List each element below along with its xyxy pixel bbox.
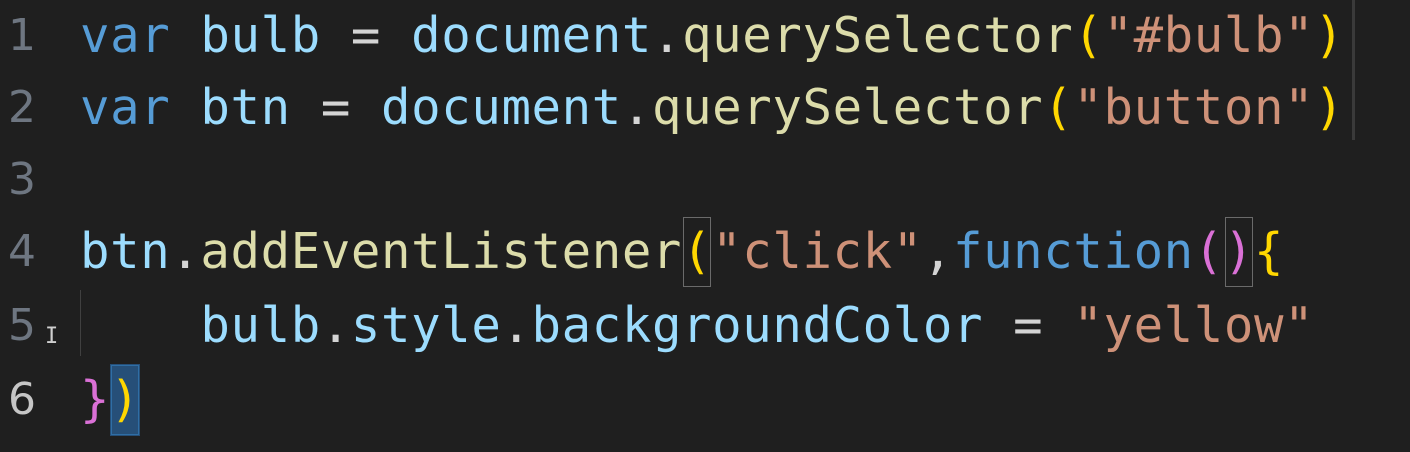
code-token: "#bulb" — [1103, 7, 1315, 64]
code-token: ( — [1073, 7, 1104, 64]
code-editor[interactable]: 1 var bulb = document.querySelector("#bul… — [0, 0, 1410, 452]
code-token: . — [651, 7, 683, 64]
code-token: document — [381, 79, 622, 136]
code-token: { — [1254, 223, 1285, 280]
code-text[interactable]: var btn = document.querySelector("button… — [80, 72, 1344, 144]
code-token: . — [320, 297, 351, 354]
line-number: 2 — [8, 82, 37, 133]
code-token: bulb — [200, 7, 321, 64]
scrollbar[interactable] — [1352, 0, 1355, 140]
code-token: addEventListener — [200, 223, 683, 280]
code-token: var — [80, 79, 171, 136]
code-token: = — [290, 79, 382, 136]
code-token: var — [80, 7, 171, 64]
line-number: 4 — [8, 226, 37, 277]
code-token: ( — [1043, 79, 1074, 136]
code-line-4[interactable]: 4 btn.addEventListener("click",function()… — [0, 216, 1410, 288]
code-token: style — [350, 297, 502, 354]
line-number: 6 — [8, 374, 37, 425]
code-token: querySelector — [651, 79, 1044, 136]
code-token: . — [621, 79, 652, 136]
code-token: ) — [1314, 79, 1345, 136]
code-token: } — [80, 371, 111, 428]
bracket-match-highlight: ) — [110, 364, 141, 436]
code-token: . — [170, 223, 201, 280]
code-token: . — [501, 297, 532, 354]
indent-guide — [80, 290, 81, 356]
bracket-match-highlight: ) — [1224, 216, 1254, 288]
code-token: btn — [200, 79, 291, 136]
code-token: , — [922, 223, 953, 280]
code-token: = — [983, 297, 1074, 354]
code-line-3[interactable]: 3 — [0, 144, 1410, 216]
code-token: "yellow" — [1073, 297, 1315, 354]
code-token: ( — [1193, 223, 1224, 280]
code-token: document — [411, 7, 652, 64]
code-token: bulb — [200, 297, 321, 354]
bracket-match-highlight: ( — [682, 216, 712, 288]
code-line-1[interactable]: 1 var bulb = document.querySelector("#bul… — [0, 0, 1410, 72]
code-token: querySelector — [682, 7, 1074, 64]
code-line-5[interactable]: 5 bulb.style.backgroundColor = "yellow" — [0, 290, 1410, 362]
code-line-6[interactable]: 6}) — [0, 364, 1410, 436]
line-number: 3 — [8, 154, 37, 205]
code-token: function — [952, 223, 1194, 280]
code-text[interactable]: var bulb = document.querySelector("#bulb… — [80, 0, 1344, 72]
code-token: "button" — [1073, 79, 1315, 136]
code-text[interactable]: }) — [80, 364, 141, 436]
code-token: ) — [1314, 7, 1345, 64]
code-token: btn — [80, 223, 171, 280]
line-number: 1 — [8, 10, 37, 61]
code-text[interactable]: btn.addEventListener("click",function(){ — [80, 216, 1284, 288]
code-token: = — [320, 7, 412, 64]
code-text[interactable]: bulb.style.backgroundColor = "yellow" — [80, 290, 1314, 362]
text-cursor-icon: I — [45, 324, 59, 349]
code-token: "click" — [712, 223, 923, 280]
code-line-2[interactable]: 2 var btn = document.querySelector("butto… — [0, 72, 1410, 144]
code-token: backgroundColor — [531, 297, 984, 354]
